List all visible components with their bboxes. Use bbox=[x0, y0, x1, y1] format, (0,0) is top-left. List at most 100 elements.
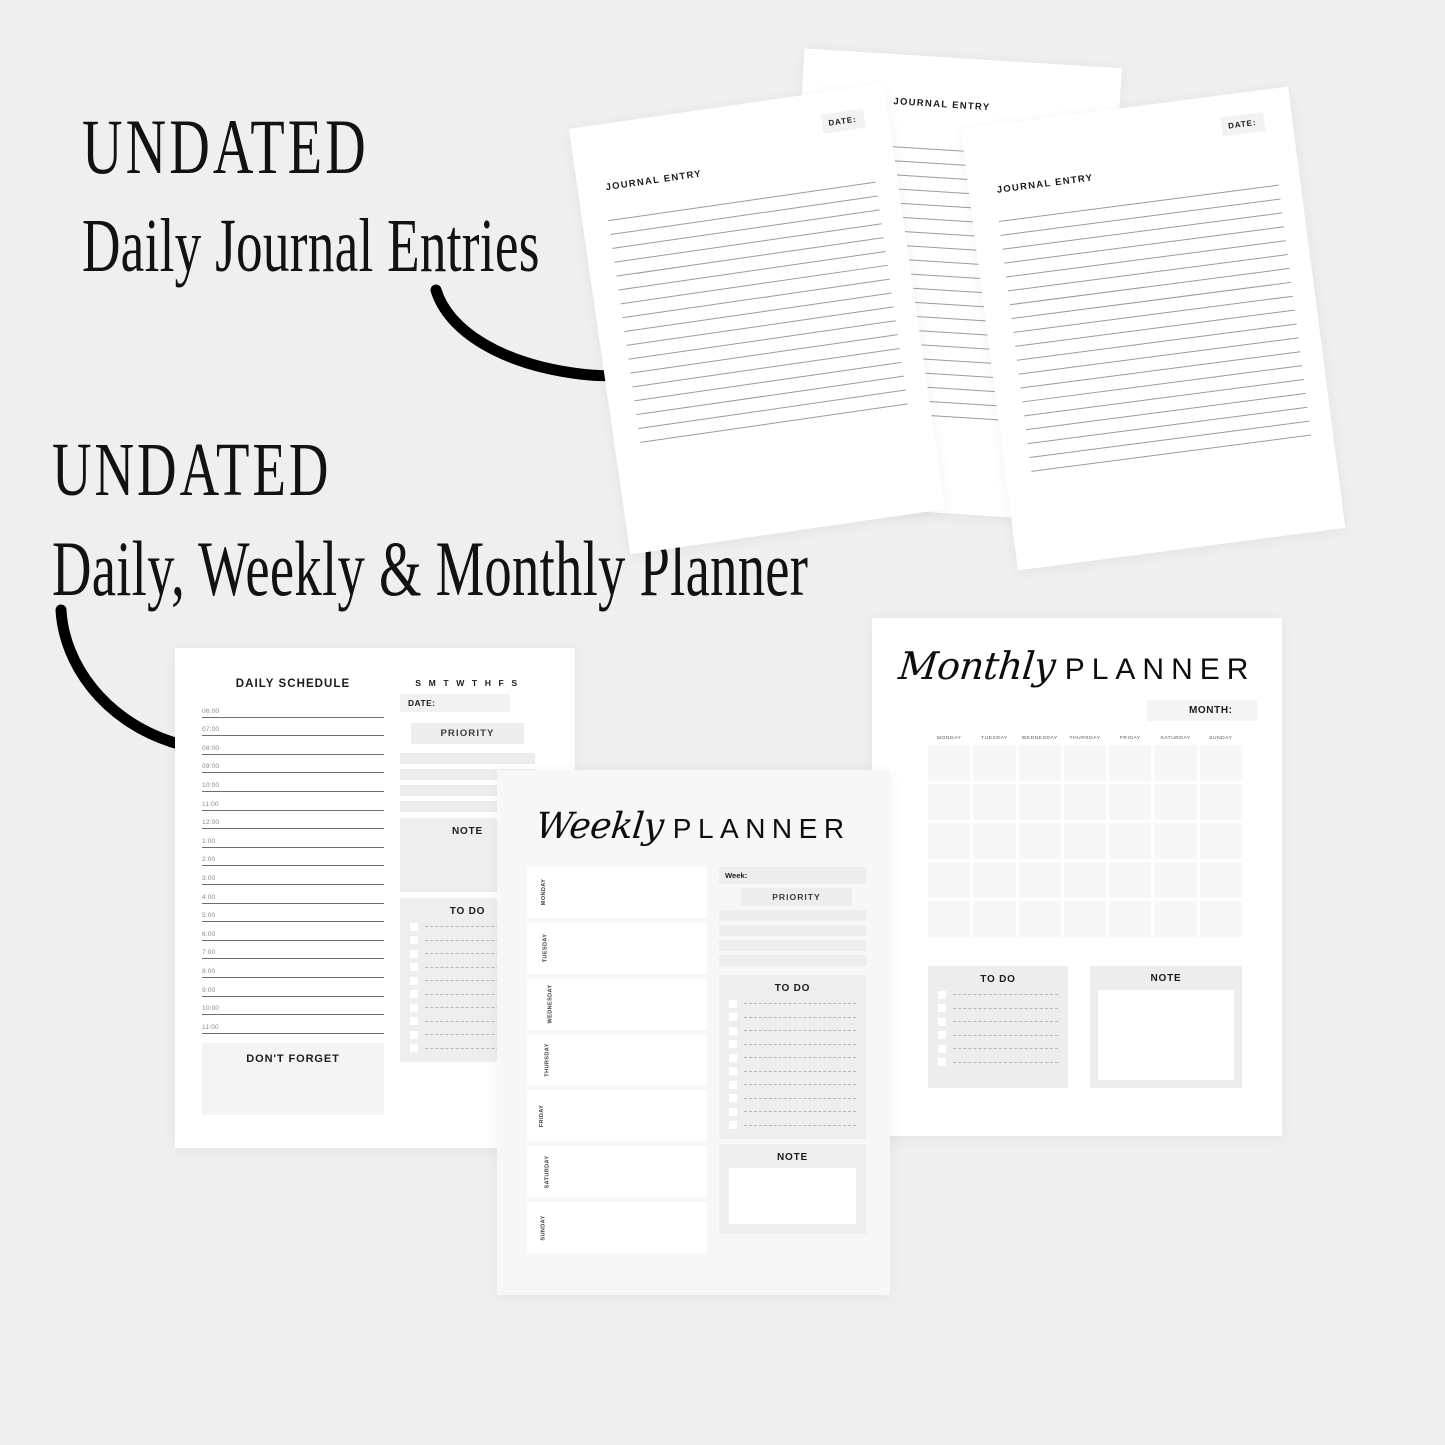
journal-date-field[interactable]: DATE: bbox=[1220, 112, 1266, 137]
monthly-day-cell[interactable] bbox=[1199, 745, 1242, 781]
todo-row[interactable] bbox=[729, 1026, 856, 1035]
schedule-row[interactable]: 10:00 bbox=[202, 773, 384, 792]
todo-line[interactable] bbox=[953, 994, 1058, 995]
monthly-day-cell[interactable] bbox=[1063, 745, 1107, 781]
monthly-day-cell[interactable] bbox=[1109, 784, 1152, 820]
monthly-day-cell[interactable] bbox=[928, 862, 971, 898]
schedule-row[interactable]: 9:00 bbox=[202, 978, 384, 997]
schedule-row[interactable]: 12:00 bbox=[202, 811, 384, 830]
todo-checkbox[interactable] bbox=[729, 1067, 737, 1075]
monthly-day-cell[interactable] bbox=[973, 862, 1016, 898]
monthly-day-cell[interactable] bbox=[1109, 862, 1152, 898]
todo-row[interactable] bbox=[729, 1053, 856, 1062]
monthly-day-cell[interactable] bbox=[1109, 823, 1152, 859]
todo-checkbox[interactable] bbox=[410, 976, 418, 985]
todo-line[interactable] bbox=[744, 1097, 856, 1099]
monthly-day-cell[interactable] bbox=[973, 823, 1016, 859]
monthly-day-cell[interactable] bbox=[1018, 823, 1061, 859]
todo-checkbox[interactable] bbox=[410, 1044, 418, 1052]
todo-row[interactable] bbox=[938, 1031, 1058, 1039]
todo-checkbox[interactable] bbox=[410, 990, 418, 998]
monthly-day-cell[interactable] bbox=[1063, 862, 1107, 898]
todo-line[interactable] bbox=[744, 1057, 856, 1058]
todo-row[interactable] bbox=[729, 1040, 856, 1048]
todo-checkbox[interactable] bbox=[410, 922, 418, 931]
todo-checkbox[interactable] bbox=[410, 963, 418, 971]
todo-line[interactable] bbox=[744, 1003, 856, 1004]
priority-slot[interactable] bbox=[719, 925, 866, 936]
priority-slot[interactable] bbox=[719, 910, 866, 921]
monthly-day-cell[interactable] bbox=[973, 901, 1016, 937]
weekly-day-cell[interactable]: MONDAY bbox=[527, 867, 707, 918]
todo-row[interactable] bbox=[729, 1067, 856, 1075]
todo-checkbox[interactable] bbox=[410, 1030, 418, 1039]
priority-slot[interactable] bbox=[719, 940, 866, 951]
monthly-day-cell[interactable] bbox=[1154, 784, 1197, 820]
daily-date-field[interactable]: DATE: bbox=[400, 694, 510, 712]
todo-row[interactable] bbox=[938, 1017, 1058, 1026]
monthly-day-cell[interactable] bbox=[1154, 823, 1197, 859]
monthly-day-cell[interactable] bbox=[1063, 901, 1107, 937]
weekday-initials[interactable]: S M T W T H F S bbox=[400, 678, 535, 688]
schedule-row[interactable]: 4:00 bbox=[202, 885, 384, 904]
monthly-day-cell[interactable] bbox=[928, 784, 971, 820]
schedule-row[interactable]: 6:00 bbox=[202, 922, 384, 941]
todo-checkbox[interactable] bbox=[729, 1026, 737, 1035]
monthly-day-cell[interactable] bbox=[1063, 823, 1107, 859]
todo-checkbox[interactable] bbox=[938, 1031, 946, 1039]
monthly-day-cell[interactable] bbox=[1154, 745, 1197, 781]
todo-line[interactable] bbox=[744, 1016, 856, 1018]
monthly-day-cell[interactable] bbox=[1109, 745, 1152, 781]
todo-line[interactable] bbox=[953, 1048, 1058, 1049]
weekly-day-cell[interactable]: THURSDAY bbox=[527, 1034, 707, 1086]
todo-checkbox[interactable] bbox=[938, 1017, 946, 1026]
schedule-row[interactable]: 7:00 bbox=[202, 941, 384, 960]
todo-checkbox[interactable] bbox=[410, 1017, 418, 1025]
todo-checkbox[interactable] bbox=[729, 999, 737, 1008]
todo-row[interactable] bbox=[729, 1121, 856, 1129]
todo-row[interactable] bbox=[729, 1107, 856, 1116]
weekly-note-area[interactable] bbox=[729, 1168, 856, 1224]
todo-line[interactable] bbox=[744, 1084, 856, 1085]
schedule-row[interactable]: 1:00 bbox=[202, 829, 384, 848]
journal-date-field[interactable]: DATE: bbox=[820, 108, 866, 134]
monthly-note-area[interactable] bbox=[1098, 990, 1234, 1080]
priority-slot[interactable] bbox=[719, 955, 866, 966]
schedule-row[interactable]: 5:00 bbox=[202, 904, 384, 923]
monthly-day-cell[interactable] bbox=[1199, 901, 1242, 937]
todo-checkbox[interactable] bbox=[938, 990, 946, 999]
monthly-day-cell[interactable] bbox=[973, 745, 1016, 781]
schedule-row[interactable]: 8:00 bbox=[202, 959, 384, 978]
todo-row[interactable] bbox=[729, 1094, 856, 1102]
todo-row[interactable] bbox=[729, 1013, 856, 1021]
todo-row[interactable] bbox=[938, 1044, 1058, 1053]
monthly-day-cell[interactable] bbox=[1018, 901, 1061, 937]
todo-line[interactable] bbox=[744, 1070, 856, 1072]
monthly-day-cell[interactable] bbox=[1018, 784, 1061, 820]
todo-line[interactable] bbox=[953, 1021, 1058, 1022]
todo-checkbox[interactable] bbox=[938, 1044, 946, 1053]
schedule-row[interactable]: 11:00 bbox=[202, 792, 384, 811]
schedule-row[interactable]: 2:00 bbox=[202, 848, 384, 867]
todo-line[interactable] bbox=[953, 1034, 1058, 1036]
monthly-day-cell[interactable] bbox=[973, 784, 1016, 820]
weekly-day-cell[interactable]: WEDNESDAY bbox=[527, 978, 707, 1030]
schedule-row[interactable]: 07:00 bbox=[202, 718, 384, 737]
todo-checkbox[interactable] bbox=[729, 1080, 737, 1089]
todo-checkbox[interactable] bbox=[729, 1107, 737, 1116]
todo-row[interactable] bbox=[729, 999, 856, 1008]
todo-row[interactable] bbox=[729, 1080, 856, 1089]
schedule-row[interactable]: 11:00 bbox=[202, 1015, 384, 1034]
monthly-day-cell[interactable] bbox=[1018, 862, 1061, 898]
todo-line[interactable] bbox=[744, 1043, 856, 1045]
todo-line[interactable] bbox=[744, 1030, 856, 1031]
monthly-day-cell[interactable] bbox=[928, 901, 971, 937]
monthly-day-cell[interactable] bbox=[1199, 784, 1242, 820]
monthly-day-cell[interactable] bbox=[1018, 745, 1061, 781]
todo-checkbox[interactable] bbox=[938, 1058, 946, 1066]
schedule-row[interactable]: 06:00 bbox=[202, 699, 384, 718]
todo-checkbox[interactable] bbox=[410, 949, 418, 958]
todo-checkbox[interactable] bbox=[938, 1004, 946, 1012]
todo-line[interactable] bbox=[953, 1061, 1058, 1063]
monthly-day-cell[interactable] bbox=[928, 823, 971, 859]
